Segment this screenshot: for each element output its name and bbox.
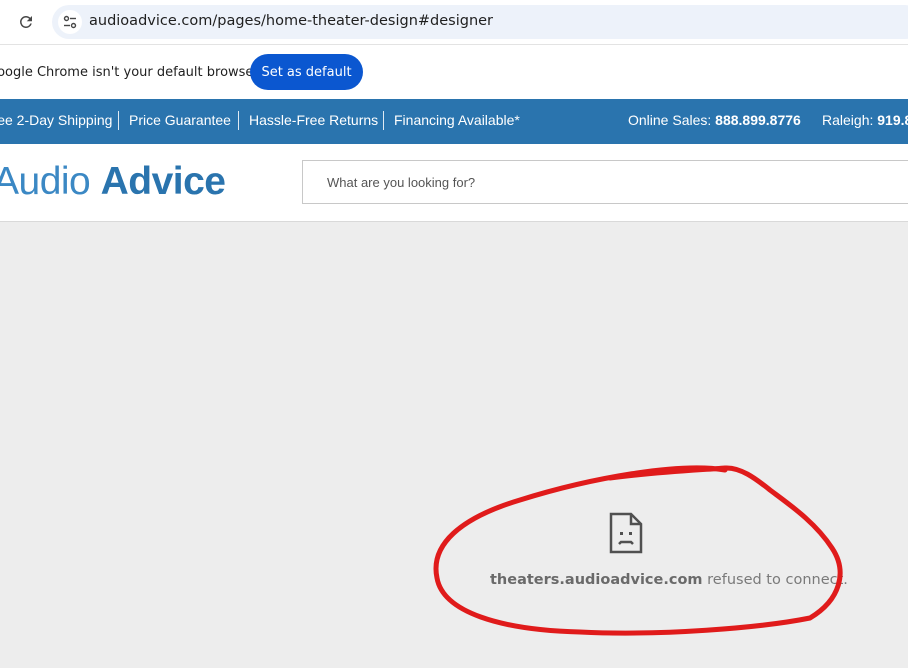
- audio-advice-logo[interactable]: Audio Advice: [0, 160, 226, 204]
- online-sales-phone[interactable]: 888.899.8776: [715, 112, 801, 128]
- promo-price-guarantee[interactable]: Price Guarantee: [129, 112, 231, 128]
- online-sales-label: Online Sales:: [628, 112, 712, 128]
- error-host: theaters.audioadvice.com: [490, 572, 703, 588]
- logo-word-advice: Advice: [100, 160, 226, 203]
- promo-returns[interactable]: Hassle-Free Returns: [249, 112, 378, 128]
- site-header: Audio Advice: [0, 144, 908, 222]
- promo-divider: [238, 111, 239, 130]
- sad-page-icon: [609, 512, 643, 554]
- promo-financing[interactable]: Financing Available*: [394, 112, 520, 128]
- error-text: refused to connect.: [707, 572, 848, 588]
- promo-shipping[interactable]: Free 2-Day Shipping: [0, 112, 112, 128]
- raleigh-phone[interactable]: 919.8: [877, 112, 908, 128]
- online-sales: Online Sales: 888.899.8776: [628, 112, 801, 128]
- browser-toolbar: audioadvice.com/pages/home-theater-desig…: [0, 0, 908, 44]
- infobar-message: Google Chrome isn't your default browser: [0, 65, 259, 80]
- set-default-button[interactable]: Set as default: [250, 54, 363, 90]
- search-input[interactable]: [302, 160, 908, 204]
- site-settings-icon[interactable]: [58, 10, 82, 34]
- raleigh-label: Raleigh:: [822, 112, 874, 128]
- url-text[interactable]: audioadvice.com/pages/home-theater-desig…: [89, 13, 493, 29]
- default-browser-infobar: Google Chrome isn't your default browser…: [0, 44, 908, 100]
- promo-divider: [118, 111, 119, 130]
- promo-strip: Free 2-Day Shipping Price Guarantee Hass…: [0, 99, 908, 144]
- designer-iframe: [0, 222, 908, 668]
- connection-error-message: theaters.audioadvice.com refused to conn…: [490, 572, 848, 588]
- raleigh-sales: Raleigh: 919.8: [822, 112, 908, 128]
- reload-icon[interactable]: [14, 10, 38, 34]
- promo-divider: [383, 111, 384, 130]
- logo-word-audio: Audio: [0, 160, 91, 203]
